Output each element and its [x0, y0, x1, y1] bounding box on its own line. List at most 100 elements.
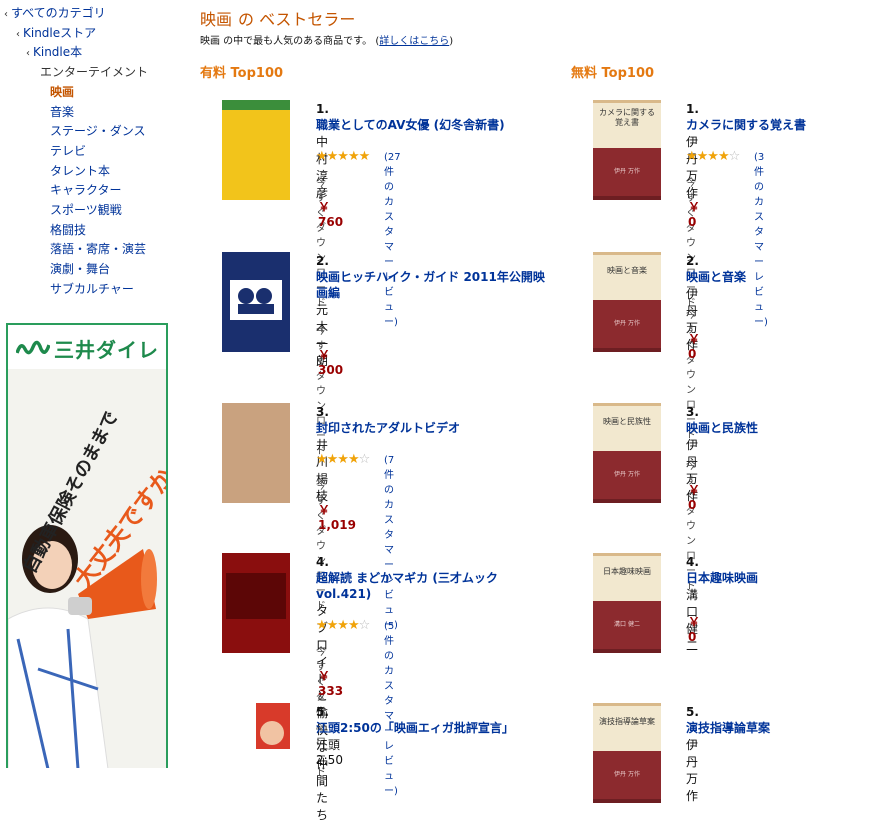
rank-number: 5.: [686, 705, 699, 719]
chevron-left-icon: ‹: [4, 9, 8, 20]
ad-logo: 三井ダイレクト: [8, 325, 166, 391]
book-title-link[interactable]: 映画と音楽: [686, 269, 882, 285]
sidebar-item[interactable]: スポーツ観戦: [50, 202, 122, 218]
sidebar-item[interactable]: ‹ Kindle本: [26, 44, 82, 62]
book-title-link[interactable]: 映画と民族性: [686, 420, 882, 436]
page-title-rest: の ベストセラー: [238, 10, 356, 29]
wave-logo-icon: [16, 340, 50, 355]
rating-stars-icon[interactable]: ★★★★☆: [316, 618, 370, 633]
book-price: ￥ 1,019: [318, 503, 356, 532]
rank-number: 2.: [686, 254, 699, 268]
book-title-link[interactable]: 封印されたアダルトビデオ: [316, 420, 546, 436]
book-price: ￥ 0: [688, 615, 701, 644]
book-price: ￥ 0: [688, 483, 701, 512]
sidebar-item[interactable]: 演劇・舞台: [50, 261, 110, 277]
sidebar-item-label: 落語・寄席・演芸: [50, 242, 147, 257]
author-name: 伊丹 万作: [686, 738, 699, 803]
sidebar-item-label: 映画: [50, 84, 75, 99]
sidebar-item-label: すべてのカテゴリ: [11, 6, 106, 20]
book-title-link[interactable]: 映画ヒッチハイク・ガイド 2011年公開映画編: [316, 269, 546, 301]
book-cover[interactable]: 演技指導論草案 伊丹 万作: [593, 703, 661, 803]
sidebar-item-label: 演劇・舞台: [50, 262, 111, 277]
book-price: ￥ 0: [688, 200, 701, 229]
cover-title: 映画と音楽: [607, 266, 647, 275]
cover-title: 演技指導論草案: [599, 717, 655, 726]
rank-number: 1.: [686, 102, 699, 116]
book-cover[interactable]: [222, 403, 290, 503]
book-title-link[interactable]: 日本趣味映画: [686, 570, 882, 586]
cover-author: 伊丹 万作: [614, 320, 640, 327]
review-count-link[interactable]: (7件のカスタマーレビュー): [384, 455, 398, 631]
book-cover[interactable]: 映画と民族性 伊丹 万作: [593, 403, 661, 503]
cover-author: 伊丹 万作: [614, 471, 640, 478]
book-cover[interactable]: [222, 100, 290, 200]
sidebar-item: エンターテイメント: [40, 64, 148, 80]
book-price: ￥ 333: [318, 669, 344, 698]
book-price: ￥ 300: [318, 348, 344, 377]
sidebar-item[interactable]: 落語・寄席・演芸: [50, 241, 146, 257]
sidebar-item[interactable]: タレント本: [50, 163, 110, 179]
book-cover[interactable]: カメラに関する覚え書 伊丹 万作: [593, 100, 661, 200]
rank-number: 4.: [316, 555, 329, 569]
sidebar-item-label: ステージ・ダンス: [50, 124, 146, 139]
book-price: ￥ 0: [688, 332, 701, 361]
sidebar-item[interactable]: ‹ すべてのカテゴリ: [4, 5, 106, 23]
cover-author: 伊丹 万作: [614, 771, 640, 778]
rank-number: 3.: [686, 405, 699, 419]
sidebar-item-label: 格闘技: [50, 222, 87, 237]
book-cover[interactable]: 映画と音楽 伊丹 万作: [593, 252, 661, 352]
book-price: ￥ 760: [318, 200, 344, 229]
book-title-link[interactable]: 江頭2:50の「映画エィガ批評宣言」: [316, 720, 546, 736]
book-title-link[interactable]: カメラに関する覚え書: [686, 117, 882, 133]
review-count-link[interactable]: (5件のカスタマーレビュー): [384, 621, 398, 797]
rank-number: 5.: [316, 705, 329, 719]
details-link[interactable]: 詳しくはこちら: [379, 36, 449, 47]
cover-title: カメラに関する覚え書: [599, 108, 655, 127]
book-title-link[interactable]: 職業としてのAV女優 (幻冬舎新書): [316, 117, 546, 133]
rating-stars-icon[interactable]: ★★★★☆: [686, 149, 740, 164]
book-title-link[interactable]: 演技指導論草案: [686, 720, 882, 736]
author-name: 江頭2:50: [316, 738, 343, 767]
intro-text: 映画 の中で最も人気のある商品です。: [200, 36, 373, 47]
sidebar-item[interactable]: テレビ: [50, 143, 86, 159]
review-count-link[interactable]: (27件のカスタマーレビュー): [384, 152, 401, 328]
page-title: 映画の ベストセラー: [200, 6, 355, 30]
rating-stars-icon[interactable]: ★★★★☆: [316, 452, 370, 467]
book-title-link[interactable]: 超解読 まどかマギカ (三才ムック vol.421): [316, 570, 546, 602]
cover-title: 映画と民族性: [603, 417, 651, 426]
sidebar-item[interactable]: サブカルチャー: [50, 281, 134, 297]
rank-number: 4.: [686, 555, 699, 569]
sidebar-item: 映画: [50, 84, 74, 100]
sidebar-item-label: タレント本: [50, 163, 111, 178]
sidebar-item-label: テレビ: [50, 143, 87, 158]
insurance-ad-banner[interactable]: 三井ダイレクト 自動車保険そのままで 大丈夫ですか〜: [6, 323, 168, 768]
book-cover[interactable]: [222, 553, 290, 653]
sidebar-item-label: サブカルチャー: [50, 281, 134, 296]
book-cover[interactable]: [222, 703, 290, 749]
sidebar-item-label: エンターテイメント: [40, 65, 149, 80]
cover-title: 日本趣味映画: [603, 567, 651, 576]
chevron-left-icon: ‹: [26, 48, 30, 60]
free-top100-header: 無料 Top100: [571, 66, 655, 81]
sidebar-item-label: 音楽: [50, 104, 75, 119]
chevron-left-icon: ‹: [16, 28, 20, 40]
page-title-category: 映画: [200, 10, 233, 29]
sidebar-item[interactable]: 格闘技: [50, 222, 86, 238]
book-cover[interactable]: 日本趣味映画 溝口 健二: [593, 553, 661, 653]
page-intro: 映画 の中で最も人気のある商品です。 (詳しくはこちら): [200, 36, 454, 47]
sidebar-item-label: Kindle本: [33, 45, 83, 60]
sidebar-item[interactable]: 音楽: [50, 104, 74, 120]
book-cover[interactable]: [222, 252, 290, 352]
sidebar-item[interactable]: ステージ・ダンス: [50, 123, 146, 139]
cover-author: 伊丹 万作: [614, 168, 640, 175]
rating-stars-icon[interactable]: ★★★★★: [316, 149, 370, 164]
sidebar-item[interactable]: キャラクター: [50, 182, 122, 198]
sidebar-item-label: Kindleストア: [23, 25, 97, 40]
paid-top100-header: 有料 Top100: [200, 66, 284, 81]
cover-author: 溝口 健二: [614, 621, 640, 628]
sidebar-item[interactable]: ‹ Kindleストア: [16, 25, 96, 43]
rank-number: 2.: [316, 254, 329, 268]
rank-number: 3.: [316, 405, 329, 419]
review-count-link[interactable]: (3件のカスタマーレビュー): [754, 152, 768, 328]
sidebar-item-label: スポーツ観戦: [50, 203, 122, 217]
